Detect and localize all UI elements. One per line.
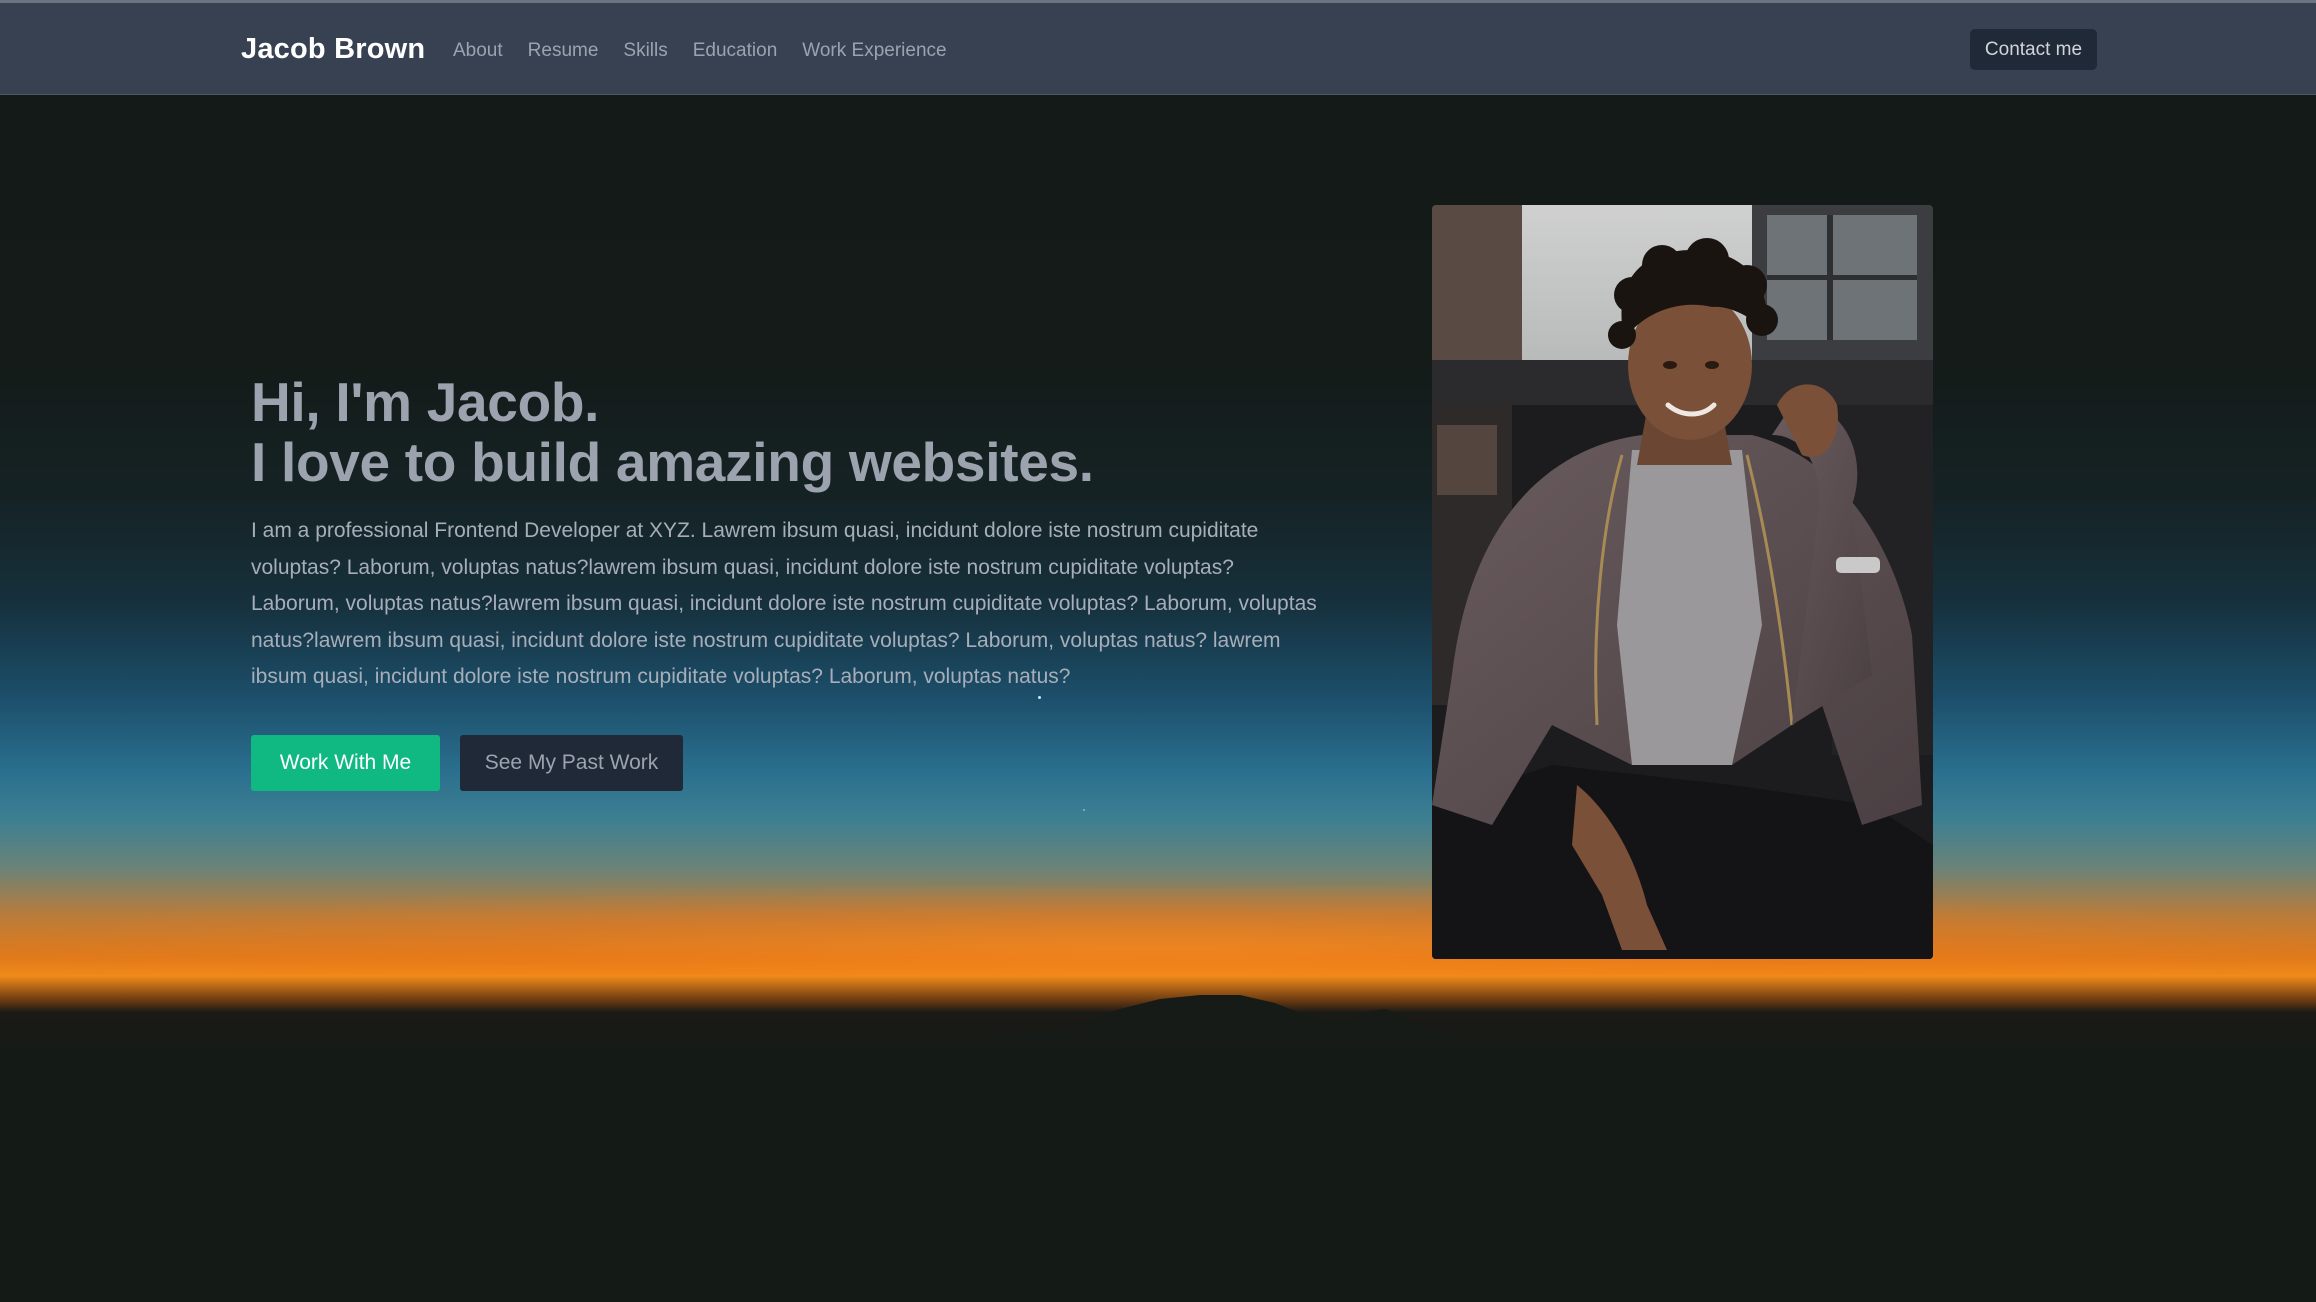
headline-line-1: Hi, I'm Jacob. [251,371,600,433]
see-past-work-button[interactable]: See My Past Work [460,735,683,791]
nav-link-about[interactable]: About [453,40,503,62]
horizon-glow [0,885,2316,975]
headline-line-2: I love to build amazing websites. [251,431,1094,493]
hero-section: Hi, I'm Jacob. I love to build amazing w… [0,95,2316,1302]
nav-link-resume[interactable]: Resume [528,40,599,62]
profile-photo-illustration [1432,205,1933,959]
mountain-silhouette [0,995,2316,1055]
nav-links: About Resume Skills Education Work Exper… [453,40,947,62]
brand-logo[interactable]: Jacob Brown [241,33,425,66]
top-navbar: Jacob Brown About Resume Skills Educatio… [0,0,2316,95]
nav-link-education[interactable]: Education [693,40,778,62]
profile-photo [1432,205,1933,959]
hero-headline: Hi, I'm Jacob. I love to build amazing w… [251,372,1351,492]
star [1038,696,1041,699]
contact-me-button[interactable]: Contact me [1970,29,2097,70]
hero-intro-text: I am a professional Frontend Developer a… [251,519,1317,689]
work-with-me-button[interactable]: Work With Me [251,735,440,791]
ground [0,1047,2316,1302]
nav-link-skills[interactable]: Skills [623,40,667,62]
nav-link-work-experience[interactable]: Work Experience [802,40,946,62]
star [1083,809,1085,811]
